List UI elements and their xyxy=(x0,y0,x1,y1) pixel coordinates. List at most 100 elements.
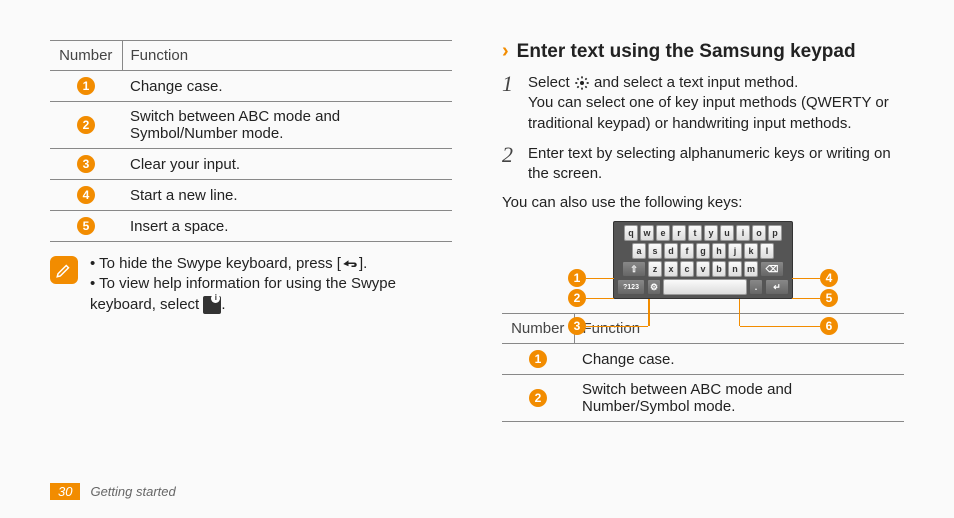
chevron-right-icon: › xyxy=(502,40,509,63)
key-o: o xyxy=(752,225,766,241)
table-row: 3 Clear your input. xyxy=(50,149,452,180)
key-p: p xyxy=(768,225,782,241)
left-function-table: Number Function 1 Change case. 2 Switch … xyxy=(50,40,452,242)
gear-icon xyxy=(574,75,590,91)
right-column: › Enter text using the Samsung keypad 1 … xyxy=(502,40,904,478)
note-item-1: To hide the Swype keyboard, press []. xyxy=(90,254,452,274)
key-z: z xyxy=(648,261,662,277)
key-b: b xyxy=(712,261,726,277)
callout-2: 2 xyxy=(568,289,614,307)
callout-vline-3 xyxy=(648,299,650,326)
fn-cell: Switch between ABC mode and Number/Symbo… xyxy=(574,375,904,422)
table-row: 2 Switch between ABC mode and Symbol/Num… xyxy=(50,102,452,149)
callout-6: 6 xyxy=(740,317,838,335)
page-number: 30 xyxy=(50,483,80,500)
callout-badge: 5 xyxy=(820,289,838,307)
following-keys-para: You can also use the following keys: xyxy=(502,194,904,211)
keyboard-illustration: q w e r t y u i o p a s d f g h j k l xyxy=(568,221,838,299)
key-l: l xyxy=(760,243,774,259)
key-space xyxy=(663,279,747,295)
callout-1: 1 xyxy=(568,269,614,287)
key-h: h xyxy=(712,243,726,259)
key-e: e xyxy=(656,225,670,241)
page-footer: 30 Getting started xyxy=(50,483,176,500)
step-number: 1 xyxy=(502,73,518,134)
text: Select xyxy=(528,74,574,91)
table-row: 5 Insert a space. xyxy=(50,211,452,242)
key-w: w xyxy=(640,225,654,241)
callout-5: 5 xyxy=(792,289,838,307)
callout-badge: 4 xyxy=(820,269,838,287)
key-i: i xyxy=(736,225,750,241)
section-name: Getting started xyxy=(90,484,175,499)
key-c: c xyxy=(680,261,694,277)
note-icon xyxy=(50,256,78,284)
callout-vline-6 xyxy=(739,299,741,326)
key-x: x xyxy=(664,261,678,277)
num-badge-2: 2 xyxy=(529,389,547,407)
key-s: s xyxy=(648,243,662,259)
note-item-2: To view help information for using the S… xyxy=(90,274,452,315)
fn-cell: Start a new line. xyxy=(122,180,452,211)
note-text: . xyxy=(221,296,225,313)
left-column: Number Function 1 Change case. 2 Switch … xyxy=(50,40,452,478)
key-period: . xyxy=(749,279,763,295)
num-badge-4: 4 xyxy=(77,186,95,204)
note-text: To hide the Swype keyboard, press [ xyxy=(99,255,341,272)
note-text: ]. xyxy=(359,255,367,272)
th-function: Function xyxy=(122,41,452,71)
step-number: 2 xyxy=(502,144,518,185)
num-badge-1: 1 xyxy=(77,77,95,95)
key-mode: ?123 xyxy=(617,279,645,295)
table-row: 1 Change case. xyxy=(502,344,904,375)
key-y: y xyxy=(704,225,718,241)
fn-cell: Switch between ABC mode and Symbol/Numbe… xyxy=(122,102,452,149)
callout-badge: 2 xyxy=(568,289,586,307)
key-j: j xyxy=(728,243,742,259)
callout-4: 4 xyxy=(792,269,838,287)
fn-cell: Change case. xyxy=(122,71,452,102)
step-1-line-a: Select and select a text input method. xyxy=(528,73,904,93)
heading-text: Enter text using the Samsung keypad xyxy=(517,41,856,63)
key-settings: ⚙ xyxy=(647,279,661,295)
key-d: d xyxy=(664,243,678,259)
fn-cell: Insert a space. xyxy=(122,211,452,242)
callout-badge: 3 xyxy=(568,317,586,335)
fn-cell: Change case. xyxy=(574,344,904,375)
key-u: u xyxy=(720,225,734,241)
section-heading: › Enter text using the Samsung keypad xyxy=(502,40,904,63)
th-number: Number xyxy=(50,41,122,71)
table-row: 4 Start a new line. xyxy=(50,180,452,211)
right-function-table: Number Function 1 Change case. 2 Switch … xyxy=(502,313,904,422)
key-n: n xyxy=(728,261,742,277)
key-r: r xyxy=(672,225,686,241)
key-t: t xyxy=(688,225,702,241)
key-q: q xyxy=(624,225,638,241)
step-1-line-b: You can select one of key input methods … xyxy=(528,93,904,134)
num-badge-2: 2 xyxy=(77,116,95,134)
swype-help-icon xyxy=(203,296,221,314)
callout-badge: 1 xyxy=(568,269,586,287)
back-icon xyxy=(341,257,359,271)
note-text: To view help information for using the S… xyxy=(90,275,396,312)
num-badge-1: 1 xyxy=(529,350,547,368)
key-shift: ⇧ xyxy=(622,261,646,277)
key-k: k xyxy=(744,243,758,259)
key-a: a xyxy=(632,243,646,259)
fn-cell: Clear your input. xyxy=(122,149,452,180)
key-enter: ↵ xyxy=(765,279,789,295)
step-2-text: Enter text by selecting alphanumeric key… xyxy=(528,144,904,185)
th-number: Number xyxy=(502,314,574,344)
key-v: v xyxy=(696,261,710,277)
key-f: f xyxy=(680,243,694,259)
callout-3: 3 xyxy=(568,317,648,335)
note-box: To hide the Swype keyboard, press []. To… xyxy=(50,254,452,315)
table-row: 1 Change case. xyxy=(50,71,452,102)
num-badge-3: 3 xyxy=(77,155,95,173)
step-2: 2 Enter text by selecting alphanumeric k… xyxy=(502,144,904,185)
num-badge-5: 5 xyxy=(77,217,95,235)
text: and select a text input method. xyxy=(590,74,798,91)
table-row: 2 Switch between ABC mode and Number/Sym… xyxy=(502,375,904,422)
keyboard-body: q w e r t y u i o p a s d f g h j k l xyxy=(613,221,793,299)
key-g: g xyxy=(696,243,710,259)
